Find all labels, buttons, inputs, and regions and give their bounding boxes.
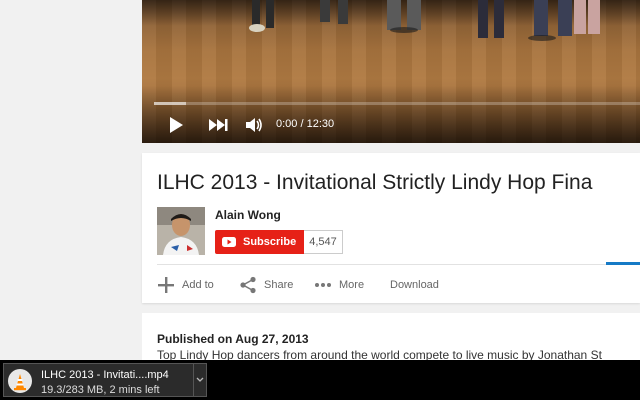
avatar-image <box>157 207 205 255</box>
share-label: Share <box>264 279 294 291</box>
download-status: 19.3/283 MB, 2 mins left <box>41 384 160 396</box>
more-button[interactable]: More <box>314 274 364 296</box>
download-label: Download <box>390 279 439 291</box>
dancers-feet-image <box>249 0 600 41</box>
volume-icon <box>246 118 262 132</box>
video-info-card: ILHC 2013 - Invitational Strictly Lindy … <box>142 153 640 303</box>
page-left-gutter <box>0 0 142 360</box>
progress-bar[interactable] <box>154 102 640 105</box>
download-item[interactable]: ILHC 2013 - Invitati....mp4 19.3/283 MB,… <box>3 363 207 397</box>
progress-buffered <box>154 102 186 105</box>
next-icon <box>209 119 228 131</box>
divider <box>157 264 640 265</box>
channel-name[interactable]: Alain Wong <box>215 208 281 222</box>
vlc-cone-icon <box>8 369 32 393</box>
player-controls: 0:00 / 12:30 <box>142 110 640 140</box>
download-menu-button[interactable] <box>193 364 206 396</box>
chevron-down-icon <box>196 377 204 382</box>
subscriber-count: 4,547 <box>304 230 343 254</box>
youtube-play-icon <box>222 237 236 247</box>
share-icon <box>239 276 257 294</box>
more-dots-icon <box>314 282 332 288</box>
add-to-label: Add to <box>182 279 214 291</box>
published-date: Published on Aug 27, 2013 <box>157 332 309 346</box>
video-player[interactable]: 0:00 / 12:30 <box>142 0 640 143</box>
share-button[interactable]: Share <box>239 274 293 296</box>
subscribe-button[interactable]: Subscribe <box>215 230 304 254</box>
channel-avatar[interactable] <box>157 207 205 255</box>
add-to-button[interactable]: Add to <box>157 274 214 296</box>
subscribe-label: Subscribe <box>243 236 297 248</box>
download-link[interactable]: Download <box>390 274 439 296</box>
more-label: More <box>339 279 365 291</box>
plus-icon <box>157 276 175 294</box>
volume-button[interactable] <box>242 110 266 140</box>
download-filename: ILHC 2013 - Invitati....mp4 <box>41 369 169 381</box>
play-button[interactable] <box>164 110 188 140</box>
video-title: ILHC 2013 - Invitational Strictly Lindy … <box>157 171 593 194</box>
play-icon <box>170 117 183 133</box>
download-shelf: ILHC 2013 - Invitati....mp4 19.3/283 MB,… <box>0 360 640 400</box>
like-ratio-bar <box>606 262 640 265</box>
next-button[interactable] <box>206 110 230 140</box>
time-display: 0:00 / 12:30 <box>276 118 335 130</box>
